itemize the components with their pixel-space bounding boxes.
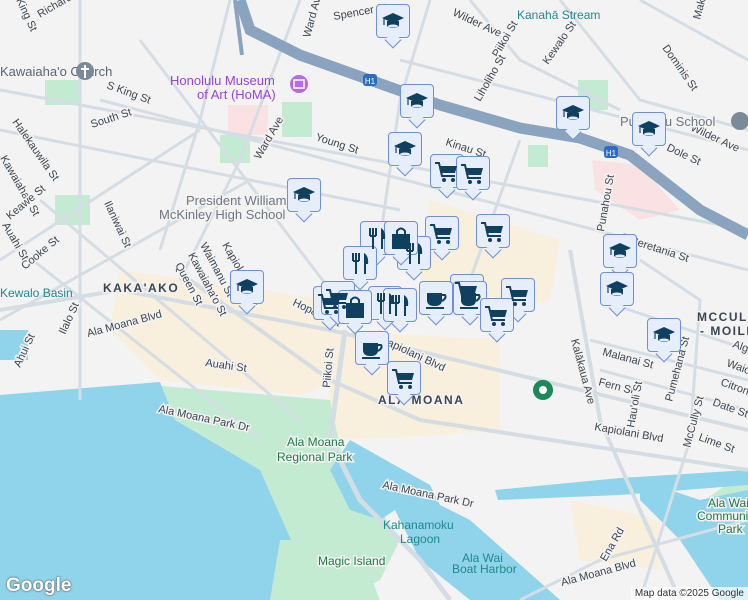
school-icon — [293, 187, 315, 202]
community-park-label: Park — [718, 522, 744, 536]
cafe-marker[interactable] — [355, 331, 389, 365]
community-park-label: Ala Wai — [708, 496, 748, 510]
restaurant-marker[interactable] — [343, 246, 377, 280]
svg-text:Ward Ave: Ward Ave — [301, 0, 325, 39]
svg-text:H1: H1 — [606, 149, 617, 158]
neighborhood-label: ALA MOANA — [378, 393, 464, 407]
neighborhood-label: KAKA'AKO — [103, 281, 179, 295]
community-park-label: Community — [697, 509, 748, 523]
school-marker[interactable] — [287, 178, 321, 212]
school-icon — [653, 327, 675, 342]
shopping-cart-icon — [392, 369, 414, 389]
shopping-bag-icon — [346, 296, 364, 318]
google-logo: Google — [6, 575, 72, 596]
svg-text:Makiki St: Makiki St — [691, 0, 714, 21]
school-marker[interactable] — [647, 318, 681, 352]
cafe-marker[interactable] — [419, 281, 453, 315]
svg-text:Kawaiaha'o Church: Kawaiaha'o Church — [0, 64, 112, 79]
school-marker[interactable] — [400, 84, 434, 118]
shopping-cart-marker[interactable] — [387, 361, 421, 395]
cafe-icon — [460, 293, 481, 309]
stream-label: Kanahā Stream — [517, 8, 600, 22]
shopping-bag-marker[interactable] — [384, 221, 418, 255]
cafe-icon — [362, 343, 383, 359]
school-icon — [609, 243, 631, 258]
cafe-icon — [426, 293, 447, 309]
school-marker[interactable] — [556, 96, 590, 130]
svg-text:of Art (HoMA): of Art (HoMA) — [197, 87, 276, 102]
school-marker[interactable] — [600, 272, 634, 306]
svg-text:Liholiho St: Liholiho St — [472, 53, 508, 103]
cafe-marker[interactable] — [453, 281, 487, 315]
shopping-cart-icon — [435, 162, 457, 182]
restaurant-icon — [369, 228, 386, 249]
school-marker[interactable] — [376, 4, 410, 38]
shopping-cart-marker[interactable] — [430, 154, 464, 188]
restaurant-marker[interactable] — [383, 288, 417, 322]
school-icon — [382, 13, 404, 28]
svg-text:Dominis St: Dominis St — [660, 43, 700, 93]
svg-text:Ilalo St: Ilalo St — [57, 301, 82, 337]
school-icon — [606, 281, 628, 296]
svg-text:Honolulu Museum: Honolulu Museum — [170, 73, 275, 88]
museum-icon — [290, 75, 308, 93]
school-marker[interactable] — [230, 270, 264, 304]
restaurant-icon — [352, 253, 369, 274]
svg-text:Lime St: Lime St — [697, 432, 736, 456]
church-poi[interactable]: Kawaiaha'o Church — [0, 62, 114, 81]
shopping-cart-icon — [481, 222, 503, 242]
restaurant-icon — [392, 295, 409, 316]
basin-label: Kewalo Basin — [0, 286, 73, 300]
school-icon — [638, 121, 660, 136]
school-marker[interactable] — [632, 112, 666, 146]
svg-text:King St: King St — [13, 0, 39, 33]
svg-text:McKinley High School: McKinley High School — [159, 207, 286, 222]
svg-text:Wilder Ave: Wilder Ave — [451, 7, 504, 40]
school-icon — [562, 105, 584, 120]
school-icon — [236, 279, 258, 294]
neighborhood-label: MCCULLY — [697, 310, 748, 324]
svg-text:Richards St: Richards St — [36, 0, 91, 21]
shopping-bag-icon — [392, 227, 410, 249]
svg-text:Dole St: Dole St — [665, 142, 703, 168]
svg-text:Kewalo St: Kewalo St — [541, 19, 579, 66]
park-label: Regional Park — [277, 450, 353, 464]
school-marker[interactable] — [388, 132, 422, 166]
shopping-cart-icon — [461, 164, 483, 184]
shopping-cart-icon — [485, 306, 507, 326]
svg-text:Date St: Date St — [711, 397, 748, 421]
school-icon — [406, 93, 428, 108]
neighborhood-label: - MOILIILI — [700, 324, 748, 338]
shopping-cart-marker[interactable] — [480, 298, 514, 332]
svg-text:President William: President William — [186, 193, 286, 208]
shopping-cart-icon — [430, 224, 452, 244]
lagoon-label: Lagoon — [400, 532, 440, 546]
island-label: Magic Island — [318, 554, 385, 568]
museum-poi[interactable]: Honolulu Museum of Art (HoMA) — [170, 73, 308, 102]
shopping-cart-marker[interactable] — [425, 216, 459, 250]
park-label: Ala Moana — [287, 435, 345, 449]
mckinley-school-poi[interactable]: President William McKinley High School — [158, 192, 288, 224]
school-icon — [394, 141, 416, 156]
shopping-cart-marker[interactable] — [456, 156, 490, 190]
shopping-bag-marker[interactable] — [338, 290, 372, 324]
harbor-label: Boat Harbor — [452, 562, 517, 576]
map-attribution[interactable]: Map data ©2025 Google — [630, 587, 748, 600]
svg-text:H1: H1 — [365, 77, 376, 86]
svg-text:Ilaniwai St: Ilaniwai St — [101, 199, 133, 250]
lagoon-label: Kahanamoku — [383, 518, 454, 532]
shopping-cart-marker[interactable] — [476, 214, 510, 248]
school-marker[interactable] — [603, 234, 637, 268]
location-pin-icon[interactable] — [533, 380, 553, 400]
